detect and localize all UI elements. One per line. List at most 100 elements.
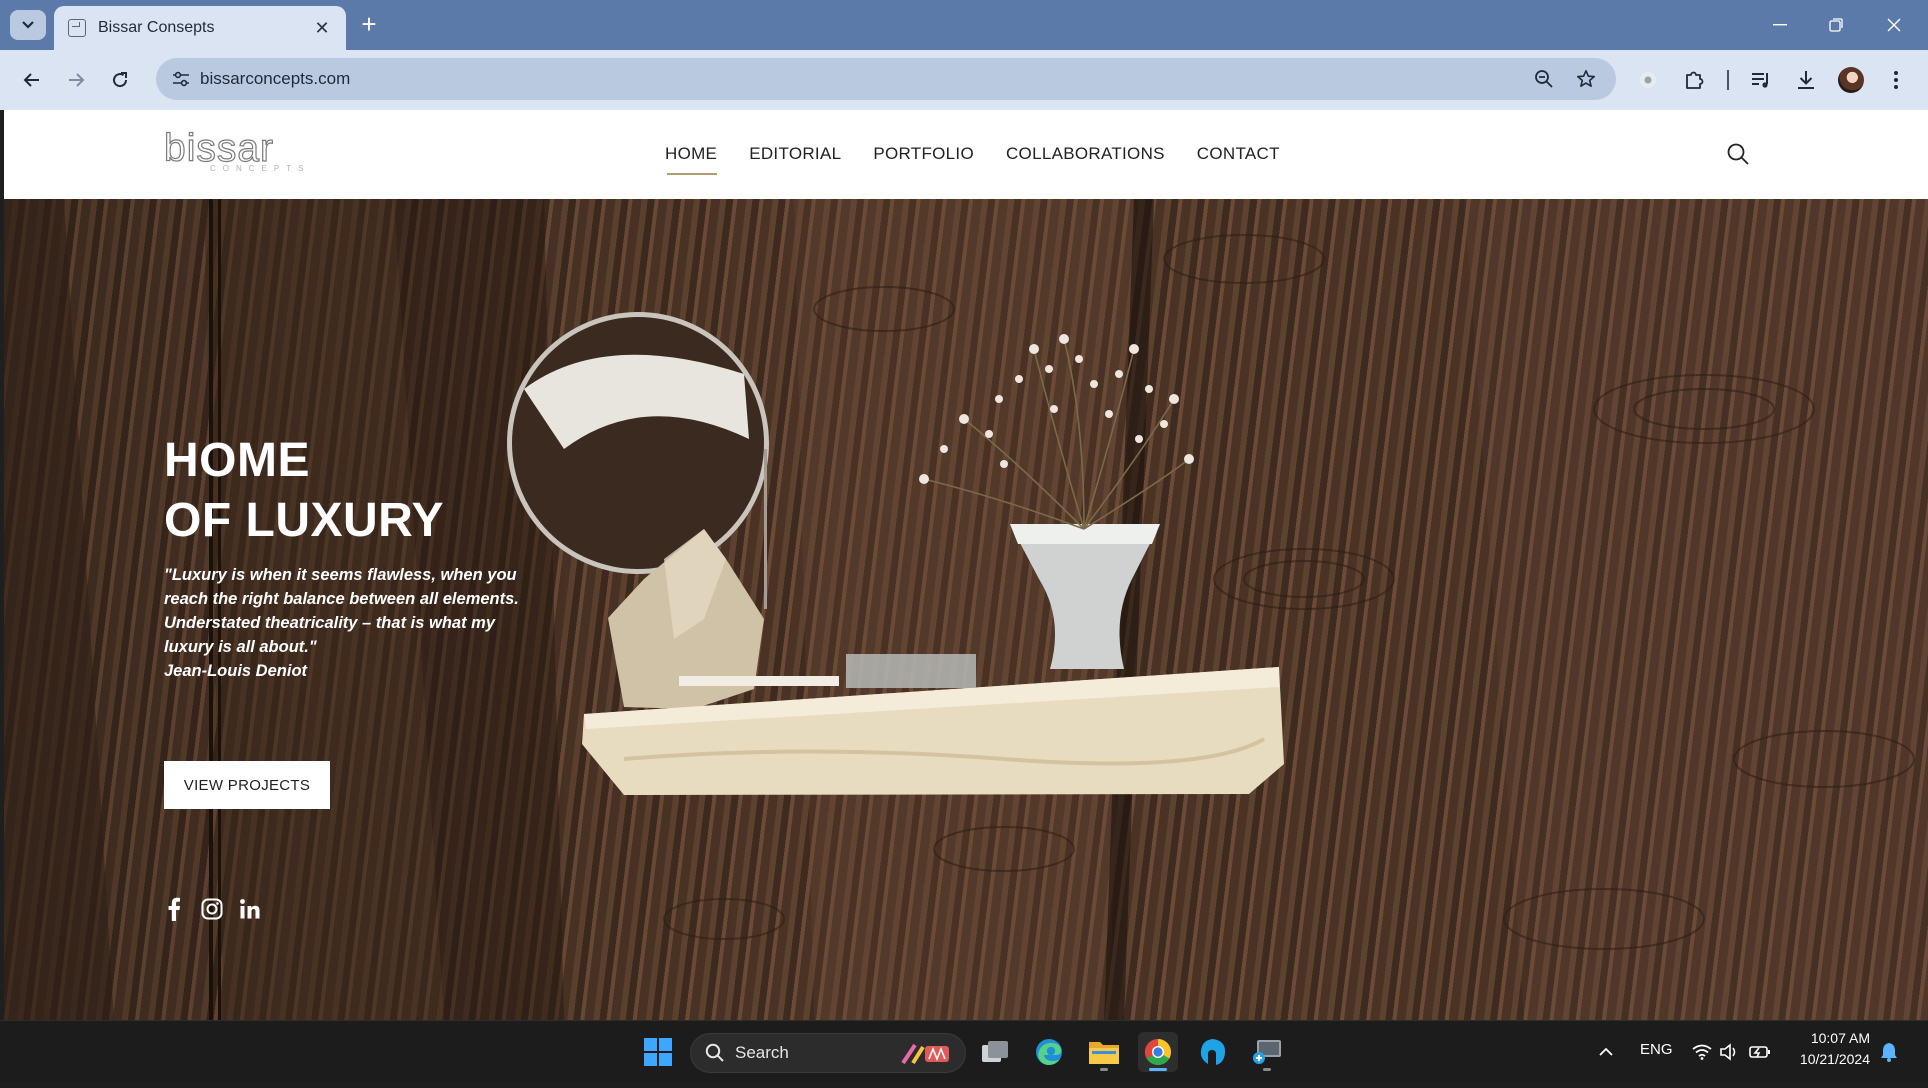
nav-editorial[interactable]: EDITORIAL [749, 144, 841, 164]
reload-button[interactable] [104, 64, 136, 96]
zoom-out-icon [1535, 70, 1553, 88]
close-icon[interactable]: ✕ [312, 18, 332, 39]
extension-circle-icon [1640, 72, 1656, 88]
facebook-icon[interactable] [162, 897, 186, 921]
taskbar-app-blue[interactable] [1193, 1032, 1233, 1072]
downloads-button[interactable] [1790, 64, 1822, 96]
site-logo[interactable]: bissar CONCEPTS [163, 127, 316, 174]
language-indicator[interactable]: ENG [1640, 1041, 1673, 1058]
site-search-button[interactable] [1726, 142, 1752, 168]
taskbar-edge[interactable] [1029, 1032, 1069, 1072]
quote-line: "Luxury is when it seems flawless, when … [164, 566, 517, 584]
url-text: bissarconcepts.com [200, 69, 351, 88]
zoom-button[interactable] [1532, 67, 1556, 91]
battery-charging-icon [1749, 1046, 1770, 1058]
profile-button[interactable] [1835, 64, 1867, 96]
instagram-icon[interactable] [200, 897, 224, 921]
media-controls-button[interactable] [1745, 64, 1777, 96]
battery-status[interactable] [1749, 1041, 1771, 1063]
quote-line: reach the right balance between all elem… [164, 590, 519, 608]
hero-title-line-2: OF LUXURY [164, 494, 445, 547]
restore-icon [1829, 18, 1843, 32]
bell-icon [1881, 1043, 1897, 1062]
arrow-left-icon [23, 73, 39, 87]
nav-portfolio[interactable]: PORTFOLIO [873, 144, 974, 164]
minimize-button[interactable] [1762, 12, 1798, 38]
nav-contact[interactable]: CONTACT [1197, 144, 1280, 164]
linkedin-icon[interactable] [238, 897, 262, 921]
toolbar-divider [1727, 70, 1729, 90]
quote-author: Jean-Louis Deniot [164, 662, 308, 680]
reload-icon [113, 72, 128, 88]
avatar [1838, 67, 1864, 93]
browser-toolbar: bissarconcepts.com [0, 50, 1928, 110]
taskbar-search-label: Search [735, 1043, 789, 1062]
nav-collaborations[interactable]: COLLABORATIONS [1006, 144, 1165, 164]
tab-bissar-consepts[interactable]: Bissar Consepts ✕ [54, 6, 346, 50]
clock-date[interactable]: 10/21/2024 [1790, 1051, 1870, 1067]
social-links [162, 897, 262, 921]
notifications-button[interactable] [1878, 1041, 1900, 1063]
site-header: bissar CONCEPTS HOME EDITORIAL PORTFOLIO… [4, 110, 1928, 199]
edge-icon [1036, 1039, 1062, 1065]
taskbar: Search ENG 10:07 AM 10/21/2024 [0, 1020, 1928, 1082]
nav-home[interactable]: HOME [665, 144, 718, 175]
arrow-right-icon [69, 73, 85, 87]
task-view-icon [982, 1041, 1008, 1062]
hero-quote: "Luxury is when it seems flawless, when … [164, 563, 564, 683]
logo-wordmark: bissar [163, 127, 275, 170]
active-indicator [1149, 1068, 1167, 1071]
hero-title: HOME OF LUXURY [164, 431, 444, 551]
taskbar-task-view[interactable] [975, 1032, 1015, 1072]
restore-button[interactable] [1818, 12, 1854, 38]
chevron-down-icon [22, 21, 34, 29]
speaker-icon [1720, 1043, 1736, 1061]
tab-title: Bissar Consepts [98, 19, 215, 36]
search-icon [1727, 143, 1749, 165]
new-tab-button[interactable]: + [356, 11, 382, 38]
extensions-menu-button[interactable] [1678, 64, 1710, 96]
bookmark-button[interactable] [1574, 67, 1598, 91]
page-icon [68, 19, 86, 37]
volume-status[interactable] [1718, 1041, 1740, 1063]
start-button[interactable] [638, 1032, 678, 1072]
quote-line: Understated theatricality – that is what… [164, 614, 496, 632]
show-hidden-icons-button[interactable] [1595, 1041, 1617, 1063]
taskbar-file-explorer[interactable] [1084, 1032, 1124, 1072]
more-vert-icon [1894, 71, 1898, 89]
clock-time[interactable]: 10:07 AM [1796, 1030, 1870, 1046]
search-highlight-icon [901, 1043, 949, 1065]
playlist-icon [1752, 73, 1768, 88]
site-info-button[interactable] [166, 64, 196, 94]
browser-tabstrip: Bissar Consepts ✕ + [0, 0, 1928, 50]
extension-button[interactable] [1632, 64, 1664, 96]
tab-search-button[interactable] [10, 10, 46, 40]
logo-subtitle: CONCEPTS [210, 164, 311, 173]
chrome-icon [1144, 1038, 1172, 1066]
quote-line: luxury is all about." [164, 638, 317, 656]
download-icon [1798, 71, 1814, 89]
web-page: bissar CONCEPTS HOME EDITORIAL PORTFOLIO… [4, 110, 1928, 1020]
forward-button[interactable] [60, 64, 92, 96]
wifi-status[interactable] [1691, 1041, 1713, 1063]
search-icon [705, 1043, 724, 1062]
hero-section: HOME OF LUXURY "Luxury is when it seems … [4, 199, 1928, 1020]
star-icon [1577, 70, 1595, 87]
browser-menu-button[interactable] [1880, 64, 1912, 96]
minimize-icon [1773, 24, 1787, 26]
taskbar-remote-desktop[interactable] [1247, 1032, 1287, 1072]
running-indicator [1100, 1068, 1108, 1071]
folder-icon [1089, 1042, 1119, 1064]
wifi-icon [1692, 1044, 1712, 1060]
app-icon [1200, 1039, 1226, 1065]
view-projects-button[interactable]: VIEW PROJECTS [164, 761, 330, 809]
back-button[interactable] [16, 64, 48, 96]
running-indicator [1263, 1068, 1271, 1071]
address-bar[interactable]: bissarconcepts.com [156, 58, 1616, 100]
taskbar-chrome[interactable] [1138, 1032, 1178, 1072]
tune-icon [173, 71, 189, 87]
hero-title-line-1: HOME [164, 434, 310, 487]
taskbar-search[interactable]: Search [690, 1033, 966, 1073]
windows-icon [644, 1038, 672, 1066]
close-window-button[interactable] [1876, 12, 1912, 38]
